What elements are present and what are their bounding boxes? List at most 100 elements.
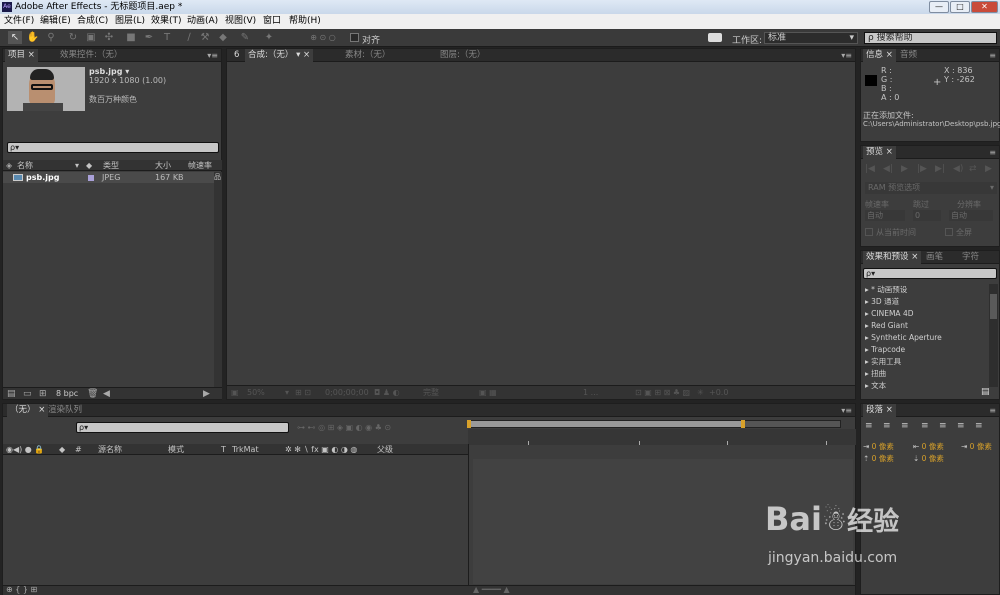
help-search-input[interactable]: ρ 搜索帮助 bbox=[864, 32, 997, 44]
av-switches-icons[interactable]: ◉◀) ● 🔒 bbox=[6, 444, 44, 455]
region-icons[interactable]: ▣ ▦ bbox=[479, 386, 497, 399]
tab-character[interactable]: 字符 bbox=[959, 251, 982, 264]
effects-category[interactable]: ▸ 实用工具 bbox=[865, 356, 901, 367]
tab-paragraph[interactable]: 段落 × bbox=[863, 404, 896, 417]
tab-info[interactable]: 信息 × bbox=[863, 49, 896, 62]
space-after[interactable]: ⇣ 0 像素 bbox=[913, 453, 944, 464]
tab-layer[interactable]: 图层:（无） bbox=[437, 49, 488, 62]
menu-animation[interactable]: 动画(A) bbox=[187, 14, 218, 29]
effects-category[interactable]: ▸ Synthetic Aperture bbox=[865, 332, 942, 343]
col-size[interactable]: 大小 bbox=[155, 160, 171, 171]
effects-category[interactable]: ▸ 3D 通道 bbox=[865, 296, 899, 307]
new-preset-icon[interactable]: ▤ bbox=[981, 387, 990, 397]
timeline-menu-icon[interactable]: ▾≡ bbox=[841, 404, 852, 417]
axis-mode-icons[interactable]: ⊕ ⊙ ○ bbox=[306, 31, 340, 44]
col-number[interactable]: # bbox=[75, 444, 82, 455]
col-t[interactable]: T bbox=[221, 444, 226, 455]
always-preview-icon[interactable]: ▣ bbox=[231, 386, 239, 399]
rotate-tool-icon[interactable]: ↻ bbox=[66, 31, 80, 44]
time-ruler[interactable] bbox=[468, 429, 856, 445]
work-area-bar[interactable] bbox=[467, 420, 841, 428]
tab-project[interactable]: 项目 × bbox=[5, 49, 38, 62]
tab-render-queue[interactable]: 渲染队列 bbox=[45, 404, 85, 417]
workspace-display-icon[interactable] bbox=[708, 33, 722, 42]
view-icons[interactable]: ⊡ ▣ ⊞ ⊠ ♣ ▨ bbox=[635, 386, 690, 399]
zoom-select[interactable]: 50% bbox=[247, 386, 265, 399]
project-scrollbar[interactable]: 品 bbox=[214, 172, 222, 387]
paragraph-menu-icon[interactable]: ≡ bbox=[989, 404, 996, 417]
tab-footage[interactable]: 素材:（无） bbox=[342, 49, 393, 62]
roto-brush-tool-icon[interactable]: ✎ bbox=[238, 31, 252, 44]
space-before[interactable]: ⇡ 0 像素 bbox=[863, 453, 894, 464]
trash-icon[interactable]: 🗑 bbox=[87, 389, 98, 399]
effects-category[interactable]: ▸ * 动画预设 bbox=[865, 284, 907, 295]
indent-right[interactable]: ⇤ 0 像素 bbox=[913, 441, 944, 452]
view-select-icon[interactable]: 1 ... bbox=[583, 386, 598, 399]
close-button[interactable]: ✕ bbox=[971, 1, 998, 13]
from-current-checkbox[interactable] bbox=[865, 228, 873, 236]
exposure-value[interactable]: +0.0 bbox=[709, 386, 728, 399]
zoom-slider-icon[interactable]: ▲ ━━━━ ▲ bbox=[473, 585, 510, 594]
tab-brush[interactable]: 画笔 bbox=[923, 251, 946, 264]
hand-tool-icon[interactable]: ✋ bbox=[26, 31, 40, 44]
scroll-right-icon[interactable]: ▶ bbox=[203, 389, 210, 399]
eraser-tool-icon[interactable]: ◆ bbox=[216, 31, 230, 44]
bpc-label[interactable]: 8 bpc bbox=[56, 389, 78, 398]
interpret-footage-icon[interactable]: ▤ bbox=[7, 389, 16, 399]
rectangle-tool-icon[interactable]: ■ bbox=[124, 31, 138, 44]
col-name[interactable]: 名称 bbox=[17, 160, 33, 171]
maximize-button[interactable]: □ bbox=[950, 1, 970, 13]
camera-tool-icon[interactable]: ▣ bbox=[84, 31, 98, 44]
quality-select[interactable]: 完整 bbox=[423, 386, 439, 399]
fullscreen-checkbox[interactable] bbox=[945, 228, 953, 236]
pen-tool-icon[interactable]: ✒ bbox=[142, 31, 156, 44]
menu-effect[interactable]: 效果(T) bbox=[151, 14, 182, 29]
indent-left[interactable]: ⇥ 0 像素 bbox=[863, 441, 894, 452]
clone-tool-icon[interactable]: ⚒ bbox=[198, 31, 212, 44]
project-list-item[interactable]: psb.jpg JPEG 167 KB bbox=[3, 172, 214, 183]
alignment-buttons[interactable]: ≡ ≡ ≡ ≡ ≡ ≡ ≡ bbox=[865, 421, 997, 433]
panel-menu-icon[interactable]: ▾≡ bbox=[207, 49, 218, 62]
tab-effect-controls[interactable]: 效果控件:（无） bbox=[57, 49, 125, 62]
col-type[interactable]: 类型 bbox=[103, 160, 119, 171]
col-trkmat[interactable]: TrkMat bbox=[232, 444, 259, 455]
footage-name[interactable]: psb.jpg ▾ bbox=[89, 67, 129, 76]
viewer-menu-icon[interactable]: ▾≡ bbox=[841, 49, 852, 62]
tab-timeline-none[interactable]: （无） × bbox=[7, 404, 49, 417]
text-tool-icon[interactable]: T bbox=[160, 31, 174, 44]
minimize-button[interactable]: — bbox=[929, 1, 949, 13]
timeline-switch-icons[interactable]: ⊶ ⊷ ◎ ⊞ ◈ ▣ ◐ ◉ ♣ ⊙ bbox=[297, 423, 391, 432]
resolution-select[interactable]: 自动 bbox=[949, 210, 993, 221]
timeline-footer-icons[interactable]: ⊕ { } ⊞ bbox=[6, 585, 37, 594]
menu-help[interactable]: 帮助(H) bbox=[289, 14, 321, 29]
col-source-name[interactable]: 源名称 bbox=[98, 444, 122, 455]
layer-switches-icons[interactable]: ✲ ✻ ∖ fx ▣ ◐ ◑ ◍ bbox=[285, 444, 357, 455]
menu-view[interactable]: 视图(V) bbox=[225, 14, 256, 29]
info-menu-icon[interactable]: ≡ bbox=[989, 49, 996, 62]
tab-audio[interactable]: 音频 bbox=[897, 49, 920, 62]
snapshot-icon[interactable]: ◘ ♟ ◐ bbox=[374, 386, 400, 399]
effects-scrollbar[interactable] bbox=[989, 284, 998, 387]
timecode-display[interactable]: 0;00;00;00 bbox=[325, 386, 369, 399]
new-folder-icon[interactable]: ▭ bbox=[23, 389, 32, 399]
col-mode[interactable]: 模式 bbox=[168, 444, 184, 455]
menu-file[interactable]: 文件(F) bbox=[4, 14, 34, 29]
menu-edit[interactable]: 编辑(E) bbox=[40, 14, 71, 29]
menu-window[interactable]: 窗口 bbox=[263, 14, 281, 29]
tab-composition[interactable]: 合成:（无） ▾ × bbox=[245, 49, 314, 62]
effects-category[interactable]: ▸ 文本 bbox=[865, 380, 886, 391]
fps-select[interactable]: 自动 bbox=[865, 210, 905, 221]
scroll-left-icon[interactable]: ◀ bbox=[103, 389, 110, 399]
selection-tool-icon[interactable]: ↖ bbox=[8, 31, 22, 44]
brush-tool-icon[interactable]: ∕ bbox=[182, 31, 196, 44]
effects-category[interactable]: ▸ Trapcode bbox=[865, 344, 905, 355]
skip-select[interactable]: 0 bbox=[913, 210, 941, 221]
puppet-tool-icon[interactable]: ✦ bbox=[262, 31, 276, 44]
zoom-tool-icon[interactable]: ⚲ bbox=[44, 31, 58, 44]
snap-checkbox[interactable] bbox=[350, 33, 359, 42]
timeline-search-input[interactable]: ρ▾ bbox=[76, 422, 289, 433]
tab-effects-presets[interactable]: 效果和预设 × bbox=[863, 251, 922, 264]
workspace-select[interactable]: 标准 ▾ bbox=[764, 32, 858, 44]
new-comp-icon[interactable]: ⊞ bbox=[39, 389, 47, 399]
preview-menu-icon[interactable]: ≡ bbox=[989, 146, 996, 159]
